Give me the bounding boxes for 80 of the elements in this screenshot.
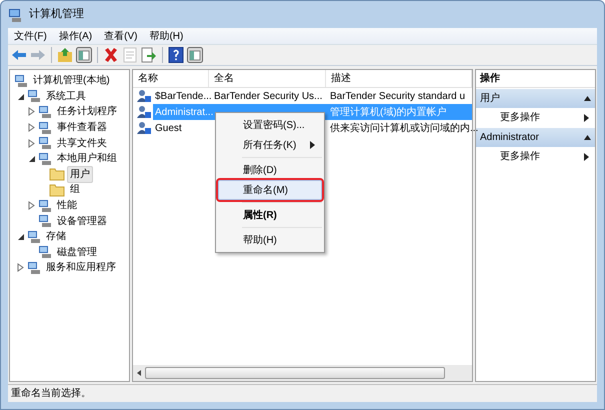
tree-item[interactable]: 性能 [54,197,80,214]
status-text: 重命名当前选择。 [11,386,91,401]
collapse-arrow-icon[interactable] [584,96,591,101]
tree-item[interactable]: 用户 [67,166,93,183]
folder-icon [49,167,65,182]
section-header[interactable]: 用户 [476,89,595,108]
collapse-triangle-icon[interactable] [27,154,36,164]
menu-item[interactable]: 所有任务(K) [218,135,322,155]
column-header[interactable]: 全名 [214,71,234,86]
name-cell: Administrat... [155,106,214,118]
menu-item[interactable]: 帮助(H) [145,28,188,44]
folder-icon [49,182,65,197]
user-icon [137,121,151,135]
description-cell: 管理计算机(域)的内置帐户 [330,106,447,118]
tree-item[interactable]: 任务计划程序 [54,103,120,120]
pane-toggle-icon[interactable] [187,47,203,63]
console-icon [27,230,41,244]
collapse-triangle-icon[interactable] [16,232,25,242]
tree-item[interactable]: 服务和应用程序 [43,259,119,276]
console-icon [38,104,52,119]
console-icon [38,152,52,166]
menu-item[interactable]: 帮助(H) [218,230,322,250]
user-icon [137,105,151,119]
scrollbar-thumb[interactable] [145,367,445,379]
name-cell: $BarTende... [155,90,212,102]
expand-triangle-icon[interactable] [16,263,25,272]
tree-item[interactable]: 存储 [43,228,69,246]
menu-item[interactable]: 重命名(M) [218,180,322,200]
export-icon[interactable] [141,47,157,63]
description-cell: 供来宾访问计算机或访问域的内... [330,122,478,134]
column-header[interactable]: 名称 [138,71,158,86]
submenu-arrow-icon [584,152,589,160]
console-icon [38,214,52,228]
tree-item[interactable]: 本地用户和组 [54,150,120,168]
computer-icon [8,6,24,22]
horizontal-scrollbar[interactable] [133,365,472,381]
actions-header: 操作 [476,70,595,88]
action-item[interactable]: 更多操作 [476,147,595,166]
description-cell: BarTender Security standard u [330,90,466,102]
console-icon [38,120,52,135]
action-item[interactable]: 更多操作 [476,108,595,127]
collapse-arrow-icon[interactable] [584,135,591,140]
submenu-arrow-icon [310,141,315,149]
menu-item[interactable]: 删除(D) [218,160,322,180]
full-name-cell: BarTender Security Us... [214,90,322,102]
window-title: 计算机管理 [29,7,84,22]
pane-toggle-icon[interactable] [76,47,92,63]
console-icon [14,74,28,88]
tree-item[interactable]: 组 [67,181,83,198]
tree-item[interactable]: 磁盘管理 [54,244,100,261]
menu-item[interactable]: 操作(A) [54,28,96,44]
menu-item[interactable]: 查看(V) [100,28,142,44]
tree-item[interactable]: 事件查看器 [54,119,110,136]
menu-item[interactable]: 设置密码(S)... [218,115,322,135]
tree-item[interactable]: 设备管理器 [54,212,110,230]
folder-up-icon[interactable] [57,47,73,63]
name-cell: Guest [155,122,182,134]
back-arrow-icon[interactable] [11,47,27,63]
expand-triangle-icon[interactable] [27,138,36,148]
expand-triangle-icon[interactable] [27,107,36,116]
menu-item[interactable]: 属性(R) [218,205,322,225]
console-icon [38,245,52,260]
expand-triangle-icon[interactable] [27,201,36,210]
column-header[interactable]: 描述 [331,71,351,86]
console-icon [38,136,52,150]
console-icon [27,89,41,104]
section-header[interactable]: Administrator [476,128,595,147]
collapse-triangle-icon[interactable] [16,92,25,101]
menu-item[interactable]: 文件(F) [10,28,51,44]
expand-triangle-icon[interactable] [27,123,36,132]
tree-item[interactable]: 系统工具 [43,88,89,105]
submenu-arrow-icon [584,114,589,122]
help-icon[interactable] [168,47,184,63]
tree-item[interactable]: 共享文件夹 [54,134,110,152]
tree-item[interactable]: 计算机管理(本地) [30,72,113,90]
console-icon [38,198,52,213]
left-arrow-icon[interactable] [135,369,143,377]
delete-icon[interactable] [103,47,119,63]
user-icon [137,89,151,103]
console-icon [27,260,41,275]
